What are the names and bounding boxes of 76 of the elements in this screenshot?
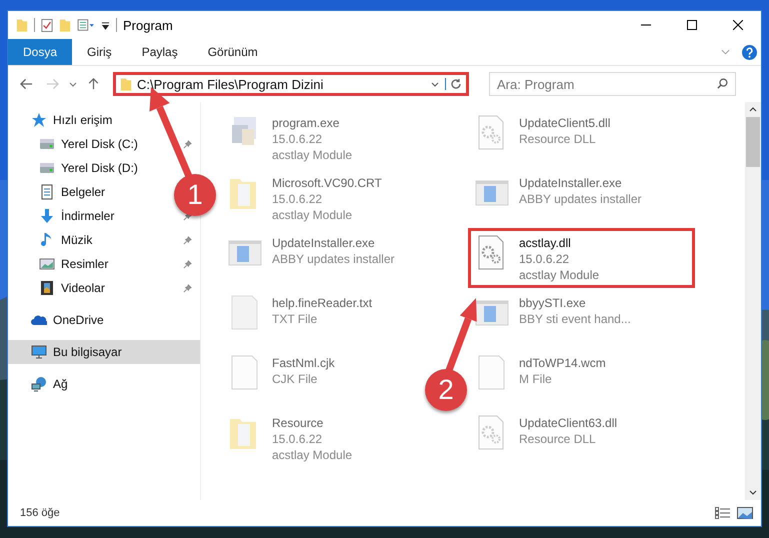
nav-item[interactable]: OneDrive	[16, 308, 108, 332]
chevron-icon[interactable]	[721, 49, 730, 55]
file-detail: Resource DLL	[519, 431, 597, 447]
up-icon[interactable]	[87, 78, 100, 90]
nav-item[interactable]: Müzik	[24, 228, 96, 252]
item-count: 156 öğe	[20, 507, 61, 519]
file-detail: 15.0.6.22	[272, 131, 324, 147]
nav-item[interactable]: Hızlı erişim	[16, 108, 116, 132]
file-detail: ABBY updates installer	[519, 191, 642, 207]
file-detail: ABBY updates installer	[272, 251, 395, 267]
ribbon-tab[interactable]: Paylaş	[126, 39, 193, 65]
folder-icon	[120, 76, 132, 92]
file-name[interactable]: Microsoft.VC90.CRT	[272, 175, 382, 191]
file-detail: 15.0.6.22	[272, 191, 324, 207]
nav-item[interactable]: Resimler	[24, 252, 112, 276]
file-detail: Resource DLL	[519, 131, 597, 147]
back-icon[interactable]	[20, 78, 33, 90]
nav-item[interactable]: İndirmeler	[24, 204, 118, 228]
file-name[interactable]: help.fineReader.txt	[272, 295, 372, 311]
file-detail: 15.0.6.22	[519, 251, 570, 267]
file-name[interactable]: UpdateClient5.dll	[519, 115, 610, 131]
file-name[interactable]: UpdateInstaller.exe	[519, 175, 642, 191]
properties-icon[interactable]	[41, 18, 53, 32]
file-name[interactable]: UpdateClient63.dll	[519, 415, 618, 431]
step-number-badge: 1	[174, 174, 216, 216]
file-detail: TXT File	[272, 311, 318, 327]
customize-icon[interactable]	[101, 20, 110, 30]
file-name[interactable]: acstlay.dll	[519, 235, 600, 251]
nav-item[interactable]: Belgeler	[24, 180, 110, 204]
pin-icon[interactable]	[183, 260, 192, 268]
pin-icon[interactable]	[183, 284, 192, 292]
dropdown-icon[interactable]	[431, 82, 439, 86]
ribbon-tab[interactable]: Görünüm	[192, 39, 273, 65]
drive-icon	[39, 136, 55, 152]
file-name[interactable]: FastNml.cjk	[272, 355, 335, 371]
file-detail: acstlay Module	[519, 267, 600, 283]
ribbon-tab[interactable]: Giriş	[72, 39, 127, 65]
pin-icon[interactable]	[183, 236, 192, 244]
view-options-icon[interactable]	[77, 18, 95, 32]
globe-icon	[31, 376, 47, 392]
details-view-icon[interactable]	[715, 507, 731, 519]
file-detail: 15.0.6.22	[272, 431, 324, 447]
step-number-badge: 2	[425, 369, 467, 411]
file-detail: acstlay Module	[272, 447, 352, 463]
down-arrow-icon	[39, 208, 55, 224]
film-icon	[39, 280, 55, 296]
file-name[interactable]: ndToWP14.wcm	[519, 355, 606, 371]
drive-icon	[39, 160, 55, 176]
large-icons-view-icon[interactable]	[737, 507, 753, 519]
file-detail: M File	[519, 371, 553, 387]
file-detail: CJK File	[272, 371, 318, 387]
file-name[interactable]: Resource	[272, 415, 352, 431]
dropdown-icon[interactable]	[69, 82, 77, 86]
file-name[interactable]: UpdateInstaller.exe	[272, 235, 395, 251]
window-title: Program	[123, 18, 174, 32]
monitor-icon	[31, 344, 47, 360]
nav-item[interactable]: Yerel Disk (D:)	[24, 156, 142, 180]
nav-item[interactable]: Yerel Disk (C:)	[24, 132, 142, 156]
file-name[interactable]: program.exe	[272, 115, 352, 131]
pin-icon[interactable]	[183, 140, 192, 148]
ribbon-tab[interactable]: Dosya	[8, 39, 72, 65]
search-field[interactable]: Ara: Program	[489, 72, 736, 96]
file-detail: BBY sti event hand...	[519, 311, 631, 327]
nav-item[interactable]: Bu bilgisayar	[8, 340, 200, 364]
nav-item[interactable]: Ağ	[16, 372, 72, 396]
address-bar[interactable]: C:\Program Files\Program Dizini	[113, 72, 469, 96]
scrollbar-thumb[interactable]	[746, 117, 760, 167]
file-detail: acstlay Module	[272, 207, 354, 223]
star-icon	[31, 112, 47, 128]
file-detail: acstlay Module	[272, 147, 352, 163]
nav-item[interactable]: Videolar	[24, 276, 109, 300]
help-icon[interactable]	[742, 44, 757, 60]
search-icon[interactable]	[717, 78, 728, 89]
file-name[interactable]: bbyySTI.exe	[519, 295, 631, 311]
document-icon	[39, 184, 55, 200]
picture-icon	[39, 256, 55, 272]
